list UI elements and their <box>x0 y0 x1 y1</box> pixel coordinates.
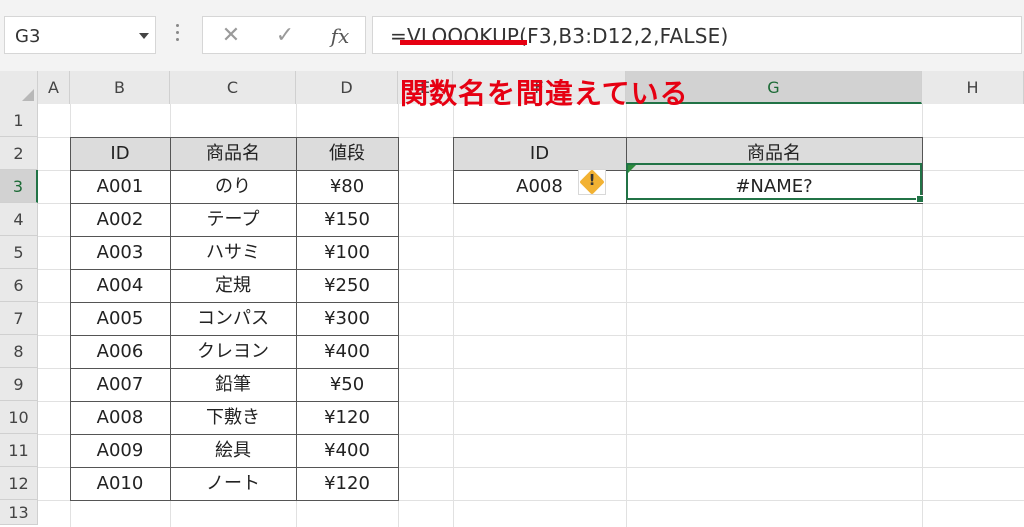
row-header-11[interactable]: 11 <box>0 434 38 467</box>
column-header-a[interactable]: A <box>38 71 70 104</box>
warning-glyph: ! <box>588 171 596 189</box>
row-header-7[interactable]: 7 <box>0 302 38 335</box>
table1-cell[interactable]: クレヨン <box>170 335 296 368</box>
insert-function-button[interactable]: fx <box>323 22 357 50</box>
table1-cell[interactable]: ハサミ <box>170 236 296 269</box>
table1-cell[interactable]: A008 <box>70 401 170 434</box>
row-header-10[interactable]: 10 <box>0 401 38 434</box>
table1-cell[interactable]: 絵具 <box>170 434 296 467</box>
table1-border <box>70 401 399 402</box>
table1-border <box>70 236 399 237</box>
table1-cell[interactable]: A003 <box>70 236 170 269</box>
table1-border <box>70 500 399 501</box>
enter-icon[interactable]: ✓ <box>271 22 299 50</box>
table1-cell[interactable]: ノート <box>170 467 296 500</box>
table1-cell[interactable]: ¥300 <box>296 302 398 335</box>
column-header-h[interactable]: H <box>922 71 1024 104</box>
column-header-b[interactable]: B <box>70 71 170 104</box>
row-header-13[interactable]: 13 <box>0 500 38 525</box>
table1-cell[interactable]: A007 <box>70 368 170 401</box>
table1-border <box>70 170 399 171</box>
table1-cell[interactable]: ¥100 <box>296 236 398 269</box>
formula-bar: G3 ✕ ✓ fx =VLOOOKUP(F3,B3:D12,2,FALSE) <box>0 0 1024 71</box>
table1-border <box>70 137 399 138</box>
row-header-9[interactable]: 9 <box>0 368 38 401</box>
table1-cell[interactable]: ¥120 <box>296 467 398 500</box>
table1-cell[interactable]: ¥400 <box>296 434 398 467</box>
table1-cell[interactable]: ¥400 <box>296 335 398 368</box>
table1-cell[interactable]: のり <box>170 170 296 203</box>
table1-border <box>70 335 399 336</box>
row-header-12[interactable]: 12 <box>0 467 38 500</box>
name-box[interactable]: G3 <box>4 16 156 54</box>
table1-cell[interactable]: ¥120 <box>296 401 398 434</box>
table1-border <box>70 368 399 369</box>
table1-cell[interactable]: 鉛筆 <box>170 368 296 401</box>
table1-border <box>70 137 71 500</box>
formula-buttons: ✕ ✓ fx <box>202 16 366 54</box>
table1-cell[interactable]: A002 <box>70 203 170 236</box>
table1-border <box>70 467 399 468</box>
table1-border <box>398 137 399 500</box>
table1-cell[interactable]: A010 <box>70 467 170 500</box>
annotation-label: 関数名を間違えている <box>400 77 689 110</box>
table1-cell[interactable]: テープ <box>170 203 296 236</box>
column-header-c[interactable]: C <box>170 71 296 104</box>
table1-cell[interactable]: A004 <box>70 269 170 302</box>
table1-cell[interactable]: 下敷き <box>170 401 296 434</box>
name-box-value: G3 <box>15 26 41 47</box>
cancel-icon[interactable]: ✕ <box>217 22 245 50</box>
table2-header-cell[interactable]: ID <box>453 137 626 170</box>
formula-input[interactable]: =VLOOOKUP(F3,B3:D12,2,FALSE) <box>372 16 1022 54</box>
row-header-8[interactable]: 8 <box>0 335 38 368</box>
table1-cell[interactable]: ¥250 <box>296 269 398 302</box>
table1-header-cell[interactable]: 商品名 <box>170 137 296 170</box>
table1-border <box>70 302 399 303</box>
chevron-down-icon[interactable] <box>139 33 149 39</box>
fill-handle[interactable] <box>916 195 924 203</box>
table1-cell[interactable]: ¥50 <box>296 368 398 401</box>
table1-border <box>70 203 399 204</box>
table1-cell[interactable]: A009 <box>70 434 170 467</box>
grip-icon[interactable] <box>176 24 180 46</box>
table2-border <box>453 137 923 138</box>
table1-cell[interactable]: A005 <box>70 302 170 335</box>
table1-cell[interactable]: 定規 <box>170 269 296 302</box>
active-cell-border <box>626 163 922 200</box>
table1-header-cell[interactable]: 値段 <box>296 137 398 170</box>
table1-border <box>70 434 399 435</box>
table1-cell[interactable]: ¥80 <box>296 170 398 203</box>
table1-border <box>70 269 399 270</box>
annotation-underline <box>400 40 527 45</box>
row-header-5[interactable]: 5 <box>0 236 38 269</box>
table1-cell[interactable]: コンパス <box>170 302 296 335</box>
error-check-button[interactable]: ! <box>578 169 606 195</box>
select-all-corner[interactable] <box>0 71 38 104</box>
row-header-3[interactable]: 3 <box>0 170 38 203</box>
row-header-1[interactable]: 1 <box>0 104 38 137</box>
column-header-d[interactable]: D <box>296 71 398 104</box>
table1-border <box>170 137 171 500</box>
row-header-2[interactable]: 2 <box>0 137 38 170</box>
row-header-4[interactable]: 4 <box>0 203 38 236</box>
table1-header-cell[interactable]: ID <box>70 137 170 170</box>
table1-border <box>296 137 297 500</box>
row-header-6[interactable]: 6 <box>0 269 38 302</box>
table1-cell[interactable]: A001 <box>70 170 170 203</box>
table2-border <box>453 203 923 204</box>
spreadsheet-grid[interactable]: ABCDEFGH 1 2 3 4 5 6 7 8 9 10 11 12 13 ID 商品名 値段 A001 のり… <box>0 71 1024 527</box>
table1-cell[interactable]: ¥150 <box>296 203 398 236</box>
table1-cell[interactable]: A006 <box>70 335 170 368</box>
